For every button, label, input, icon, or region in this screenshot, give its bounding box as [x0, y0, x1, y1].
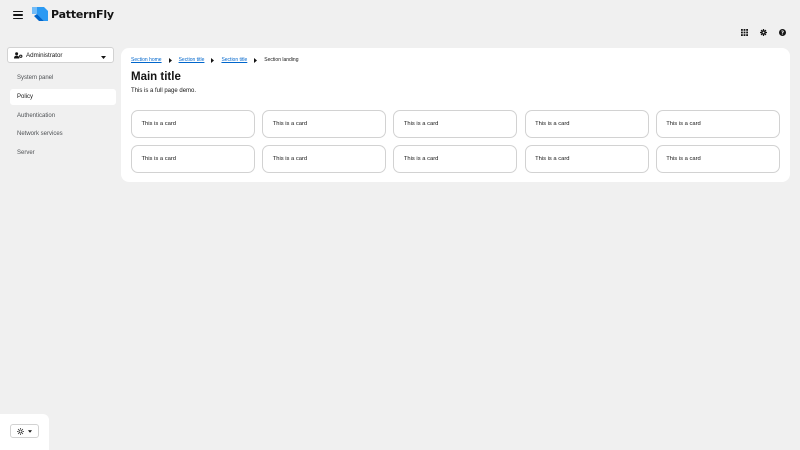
page-description: This is a full page demo.	[131, 88, 197, 94]
menu-toggle-button[interactable]	[12, 9, 24, 21]
nav-item-system-panel[interactable]: System panel	[10, 70, 116, 86]
perspective-switcher[interactable]: Administrator	[7, 47, 114, 63]
card[interactable]: This is a card	[262, 110, 387, 138]
header-toolbar: ?	[740, 28, 786, 36]
card-text: This is a card	[403, 156, 439, 162]
card-text: This is a card	[535, 156, 570, 162]
nav-item-label: System panel	[17, 75, 54, 81]
nav-list: System panel Policy Authentication Netwo…	[10, 70, 116, 164]
card[interactable]: This is a card	[655, 110, 780, 138]
card-text: This is a card	[141, 121, 176, 127]
sidebar: Administrator System panel Policy Authen…	[0, 42, 120, 450]
card-text: This is a card	[666, 121, 701, 127]
card[interactable]: This is a card	[131, 110, 255, 138]
patternfly-logo-icon	[32, 6, 48, 22]
card-text: This is a card	[666, 156, 701, 162]
card-text: This is a card	[403, 121, 439, 127]
card-text: This is a card	[272, 156, 308, 162]
hamburger-line	[13, 17, 23, 19]
card[interactable]: This is a card	[393, 110, 518, 138]
sun-icon	[17, 427, 24, 435]
chevron-right-icon	[211, 57, 215, 63]
breadcrumb: Section home Section title Section title…	[131, 57, 299, 63]
card-text: This is a card	[535, 121, 570, 127]
nav-item-authentication[interactable]: Authentication	[10, 108, 116, 124]
users-cog-icon	[14, 51, 23, 59]
breadcrumb-link[interactable]: Section home	[131, 57, 162, 63]
brand-logo[interactable]: PatternFly	[32, 6, 114, 22]
nav-item-server[interactable]: Server	[10, 145, 116, 161]
card-text: This is a card	[141, 156, 176, 162]
card[interactable]: This is a card	[524, 110, 649, 138]
nav-item-label: Authentication	[17, 112, 56, 119]
caret-down-icon	[101, 54, 106, 61]
nav-item-label: Network services	[17, 131, 63, 138]
perspective-label: Administrator	[26, 51, 63, 59]
breadcrumb-link[interactable]: Section title	[221, 57, 247, 63]
card[interactable]: This is a card	[524, 145, 649, 173]
brand-name: PatternFly	[51, 7, 114, 21]
page-title: Main title	[131, 71, 181, 83]
theme-panel	[0, 414, 49, 450]
help-icon[interactable]: ?	[778, 28, 786, 36]
hamburger-line	[13, 14, 23, 16]
theme-switcher-button[interactable]	[10, 424, 39, 438]
card[interactable]: This is a card	[262, 145, 387, 173]
nav-item-label: Server	[17, 150, 35, 157]
apps-grid-icon[interactable]	[740, 28, 748, 36]
caret-down-icon	[28, 429, 32, 433]
hamburger-line	[13, 11, 23, 13]
card[interactable]: This is a card	[131, 145, 255, 173]
main-panel: Section home Section title Section title…	[121, 48, 790, 182]
nav-item-network-services[interactable]: Network services	[10, 126, 116, 142]
breadcrumb-current: Section landing	[264, 57, 299, 63]
chevron-right-icon	[254, 57, 258, 63]
card-gallery: This is a card This is a card This is a …	[131, 110, 780, 173]
chevron-right-icon	[168, 57, 172, 63]
masthead: PatternFly ?	[0, 0, 800, 42]
card[interactable]: This is a card	[655, 145, 780, 173]
card[interactable]: This is a card	[393, 145, 518, 173]
gear-icon[interactable]	[759, 28, 767, 36]
nav-item-label: Policy	[17, 93, 34, 100]
nav-item-policy[interactable]: Policy	[10, 88, 116, 105]
svg-text:?: ?	[780, 30, 783, 36]
card-text: This is a card	[272, 121, 308, 127]
breadcrumb-link[interactable]: Section title	[179, 57, 205, 63]
